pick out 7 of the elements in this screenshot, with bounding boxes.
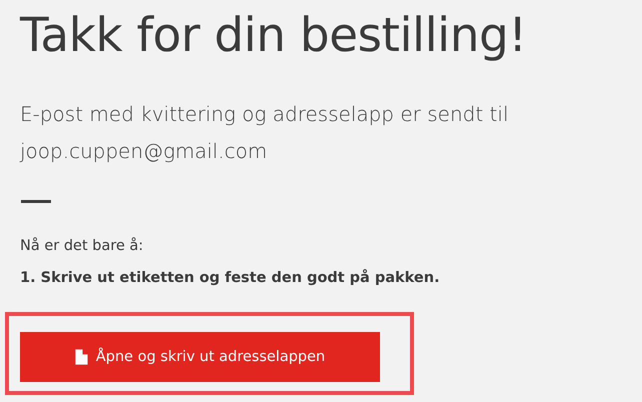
divider-dash — [21, 200, 51, 203]
instructions-intro: Nå er det bare å: — [20, 236, 144, 256]
print-label-button[interactable]: Åpne og skriv ut adresselappen — [20, 332, 380, 382]
page-title: Takk for din bestilling! — [20, 7, 528, 65]
instruction-step: 1. Skrive ut etiketten og feste den godt på pakken. — [20, 268, 642, 288]
confirmation-message: E-post med kvittering og adresselapp er sendt til joop.cuppen@gmail.com — [20, 101, 510, 165]
document-icon — [74, 349, 88, 365]
